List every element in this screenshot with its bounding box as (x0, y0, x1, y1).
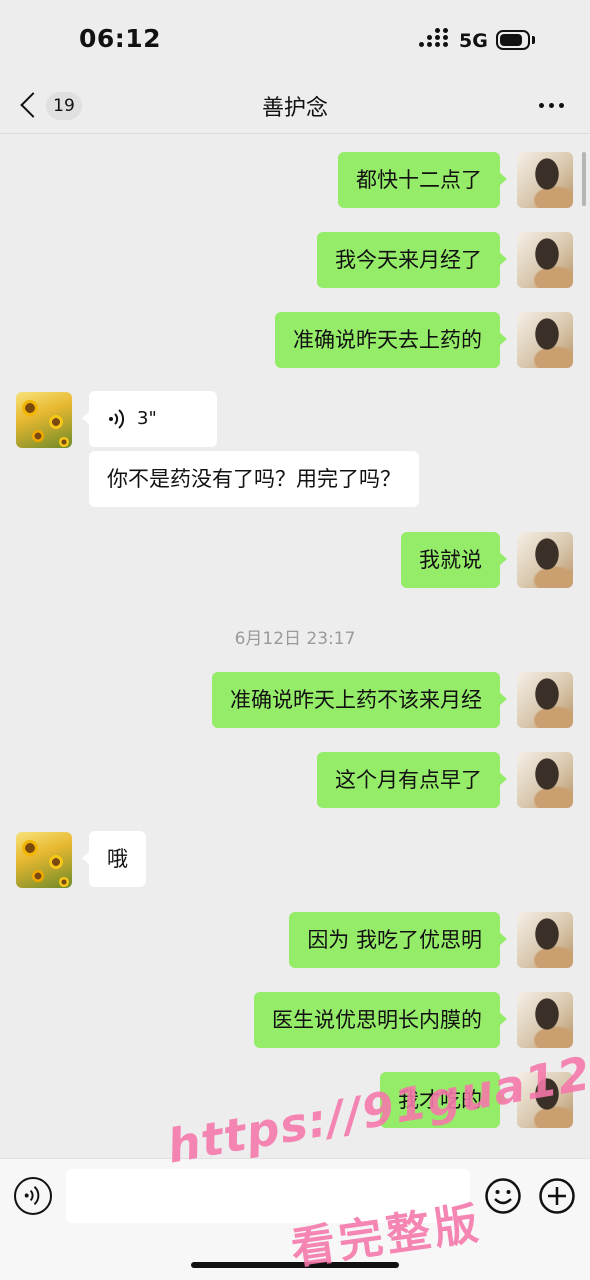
self-avatar[interactable] (517, 672, 573, 728)
voice-wave-icon (109, 409, 125, 429)
more-dots-icon (539, 103, 544, 108)
voice-toggle-button[interactable] (14, 1177, 52, 1215)
network-type: 5G (459, 30, 488, 52)
voice-duration: 3" (137, 408, 157, 429)
outgoing-message[interactable]: 因为 我吃了优思明 (289, 912, 507, 968)
incoming-voice-message[interactable]: 3" (82, 391, 217, 447)
outgoing-message[interactable]: 准确说昨天上药不该来月经 (212, 672, 507, 728)
self-avatar[interactable] (517, 532, 573, 588)
emoji-icon[interactable] (484, 1177, 522, 1215)
contact-avatar[interactable] (16, 392, 72, 448)
chat-nav-bar: 19 善护念 (0, 78, 590, 134)
outgoing-message[interactable]: 医生说优思明长内膜的 (254, 992, 507, 1048)
self-avatar[interactable] (517, 752, 573, 808)
contact-avatar[interactable] (16, 832, 72, 888)
message-timestamp: 6月12日 23:17 (234, 629, 356, 649)
plus-icon[interactable] (538, 1177, 576, 1215)
voice-toggle-icon (24, 1186, 40, 1205)
watermark-url: https://91gua12.com (163, 1023, 590, 1174)
scrollbar[interactable] (582, 152, 586, 206)
status-bar: 06:12 5G (0, 0, 590, 78)
self-avatar[interactable] (517, 232, 573, 288)
self-avatar[interactable] (517, 912, 573, 968)
self-avatar[interactable] (517, 312, 573, 368)
battery-tip (532, 36, 535, 44)
outgoing-message[interactable]: 都快十二点了 (338, 152, 507, 208)
outgoing-message[interactable]: 我就说 (401, 532, 507, 588)
status-time: 06:12 (79, 24, 162, 53)
battery-icon (496, 30, 530, 50)
outgoing-message[interactable]: 我今天来月经了 (317, 232, 507, 288)
incoming-message[interactable]: 你不是药没有了吗？用完了吗？ (89, 451, 419, 507)
self-avatar[interactable] (517, 992, 573, 1048)
self-avatar[interactable] (517, 152, 573, 208)
cellular-signal-icon (419, 28, 449, 50)
outgoing-message[interactable]: 准确说昨天去上药的 (275, 312, 507, 368)
outgoing-message[interactable]: 这个月有点早了 (317, 752, 507, 808)
more-options-button[interactable] (535, 90, 569, 120)
chat-title: 善护念 (261, 96, 328, 121)
incoming-message[interactable]: 哦 (82, 831, 146, 887)
battery-level-fill (500, 34, 522, 46)
